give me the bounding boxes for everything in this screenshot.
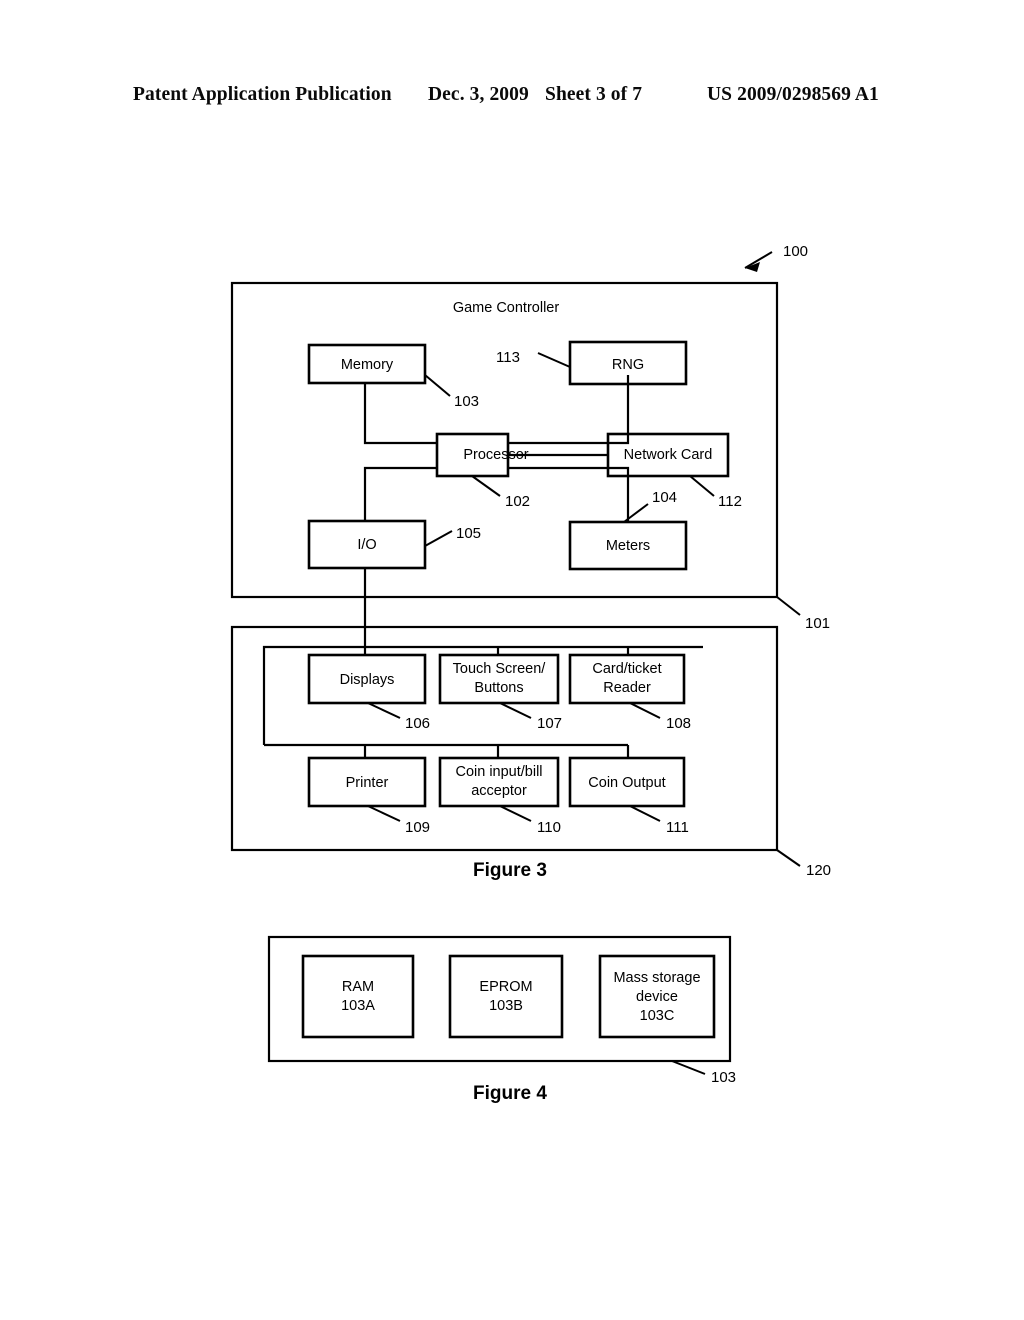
eprom-block: EPROM 103B xyxy=(448,954,564,1039)
memory-block: Memory 103 xyxy=(307,343,479,410)
displays-block: Displays 106 xyxy=(307,653,430,732)
game-controller-wiring xyxy=(363,375,630,655)
touch-screen-buttons-block: Touch Screen/ Buttons 107 xyxy=(438,653,562,732)
io-block-label: I/O xyxy=(357,537,376,553)
ref-113-label: 113 xyxy=(496,349,520,366)
eprom-block-label-line2: 103B xyxy=(489,998,523,1014)
figure-4-ref-103-leader: 103 xyxy=(671,1060,736,1086)
processor-block-label: Processor xyxy=(463,447,528,463)
coin-output-block-label: Coin Output xyxy=(588,775,665,791)
ref-101-leader: 101 xyxy=(776,596,830,632)
coin-output-block: Coin Output 111 xyxy=(568,756,689,836)
ref-107-label: 107 xyxy=(537,715,562,732)
patent-drawing-sheet: 100 Game Controller 101 Memory 103 RNG 1… xyxy=(0,0,1024,1320)
rng-block: RNG 113 xyxy=(496,340,688,386)
processor-block: Processor 102 xyxy=(435,432,530,510)
card-ticket-reader-block: Card/ticket Reader 108 xyxy=(568,653,691,732)
ref-106-label: 106 xyxy=(405,715,430,732)
ref-100-label: 100 xyxy=(783,243,808,260)
ref-112-label: 112 xyxy=(718,493,742,510)
coin-input-bill-acceptor-label-line2: acceptor xyxy=(471,783,527,799)
eprom-block-label-line1: EPROM xyxy=(479,979,532,995)
ref-104-label: 104 xyxy=(652,489,677,506)
ref-111-label: 111 xyxy=(666,819,689,836)
coin-input-bill-acceptor-label-line1: Coin input/bill xyxy=(455,764,542,780)
mass-storage-label-line3: 103C xyxy=(640,1008,675,1024)
ref-103-label: 103 xyxy=(454,393,479,410)
ref-102-label: 102 xyxy=(505,493,530,510)
ref-105-label: 105 xyxy=(456,525,481,542)
game-controller-outer-box xyxy=(230,281,779,599)
game-controller-title: Game Controller xyxy=(453,300,560,316)
card-ticket-reader-label-line1: Card/ticket xyxy=(592,661,661,677)
coin-input-bill-acceptor-block: Coin input/bill acceptor 110 xyxy=(438,756,561,836)
card-ticket-reader-label-line2: Reader xyxy=(603,680,651,696)
ref-100-leader: 100 xyxy=(744,243,808,272)
figure-3-caption: Figure 3 xyxy=(473,860,547,881)
displays-block-label: Displays xyxy=(340,672,395,688)
ref-120-label: 120 xyxy=(806,862,831,879)
network-card-block-label: Network Card xyxy=(624,447,713,463)
mass-storage-label-line2: device xyxy=(636,989,678,1005)
rng-block-label: RNG xyxy=(612,357,644,373)
touch-screen-buttons-label-line2: Buttons xyxy=(474,680,523,696)
meters-block-label: Meters xyxy=(606,538,650,554)
ref-110-label: 110 xyxy=(537,819,561,836)
figure-4-caption: Figure 4 xyxy=(473,1083,547,1104)
touch-screen-buttons-label-line1: Touch Screen/ xyxy=(453,661,547,677)
figure-4-ref-103-label: 103 xyxy=(711,1069,736,1086)
ref-109-label: 109 xyxy=(405,819,430,836)
io-block: I/O 105 xyxy=(307,519,481,570)
printer-block-label: Printer xyxy=(346,775,389,791)
ram-block: RAM 103A xyxy=(301,954,415,1039)
ram-block-label-line1: RAM xyxy=(342,979,374,995)
mass-storage-label-line1: Mass storage xyxy=(613,970,700,986)
figure-3-group: 100 Game Controller 101 Memory 103 RNG 1… xyxy=(230,243,831,881)
ref-101-label: 101 xyxy=(805,615,830,632)
memory-block-label: Memory xyxy=(341,357,394,373)
ram-block-label-line2: 103A xyxy=(341,998,375,1014)
ref-108-label: 108 xyxy=(666,715,691,732)
ref-120-leader: 120 xyxy=(776,849,831,879)
figure-4-group: RAM 103A EPROM 103B Mass storage device … xyxy=(267,935,736,1104)
mass-storage-device-block: Mass storage device 103C xyxy=(598,954,716,1039)
printer-block: Printer 109 xyxy=(307,756,430,836)
